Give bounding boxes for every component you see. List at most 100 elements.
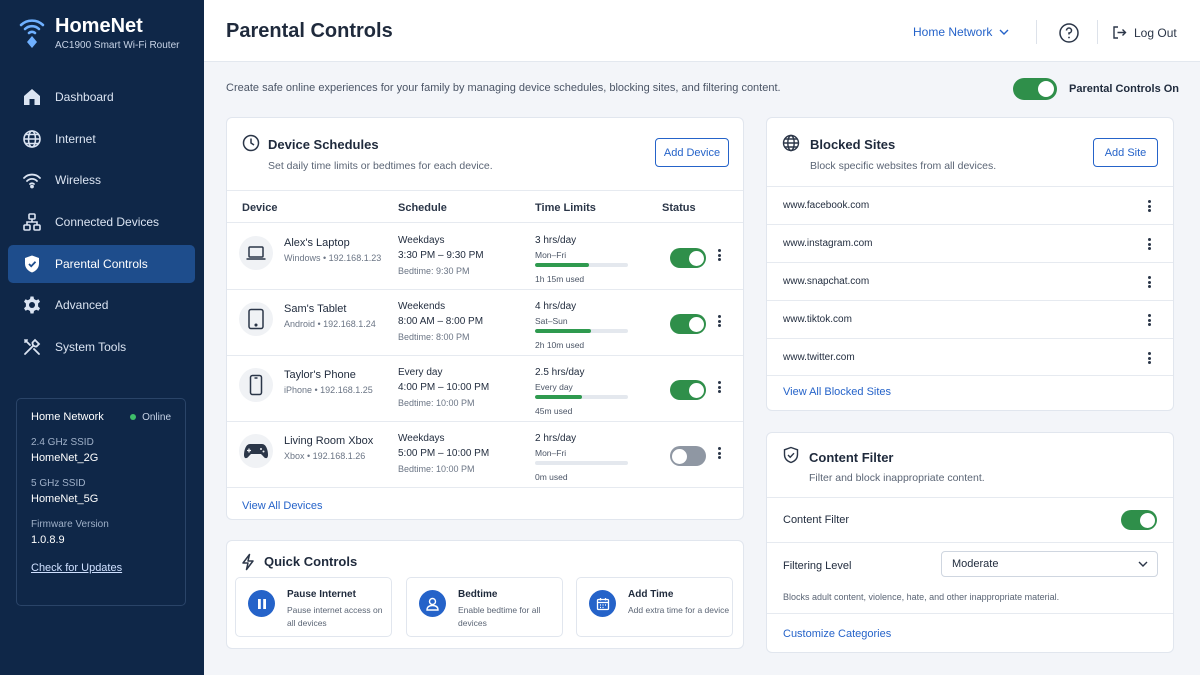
phone-icon xyxy=(249,374,263,396)
sidebar-item-label: Dashboard xyxy=(55,90,114,104)
sidebar-item-dashboard[interactable]: Dashboard xyxy=(8,78,195,116)
network-icon xyxy=(23,213,41,231)
usage-progress-bar xyxy=(535,395,628,399)
ssid-24-value: HomeNet_2G xyxy=(31,452,99,464)
logout-button[interactable]: Log Out xyxy=(1112,25,1177,40)
time-used: 0m used xyxy=(535,472,568,482)
site-menu-icon[interactable] xyxy=(1144,236,1154,252)
customize-row: Customize Categories xyxy=(767,613,1173,653)
add-time-button[interactable]: Add Time Add extra time for a device xyxy=(576,577,733,637)
time-limit-days: Sat–Sun xyxy=(535,316,568,326)
quick-controls-card: Quick Controls Pause Internet Pause inte… xyxy=(226,540,744,649)
time-limit-days: Mon–Fri xyxy=(535,250,567,260)
card-title: Blocked Sites xyxy=(810,137,896,152)
header-divider xyxy=(1097,20,1098,44)
parental-controls-toggle[interactable] xyxy=(1013,78,1057,100)
network-selector[interactable]: Home Network xyxy=(913,25,1009,39)
site-url: www.facebook.com xyxy=(783,200,870,211)
brand: HomeNet AC1900 Smart Wi-Fi Router xyxy=(18,14,179,51)
schedule-time: 5:00 PM – 10:00 PM xyxy=(398,448,490,459)
site-menu-icon[interactable] xyxy=(1144,274,1154,290)
device-avatar xyxy=(239,368,273,402)
view-all-devices-link[interactable]: View All Devices xyxy=(242,500,323,512)
master-toggle-label: Parental Controls On xyxy=(1069,83,1180,95)
site-menu-icon[interactable] xyxy=(1144,350,1154,366)
device-avatar xyxy=(239,434,273,468)
device-meta: Windows • 192.168.1.23 xyxy=(284,253,382,263)
customize-categories-link[interactable]: Customize Categories xyxy=(783,628,891,640)
table-row: Living Room Xbox Xbox • 192.168.1.26 Wee… xyxy=(227,422,743,488)
card-description: Filter and block inappropriate content. xyxy=(809,472,985,484)
sidebar-item-system-tools[interactable]: System Tools xyxy=(8,328,195,366)
view-all-blocked-sites-link[interactable]: View All Blocked Sites xyxy=(783,386,891,398)
usage-progress-fill xyxy=(535,263,589,267)
row-menu-icon[interactable] xyxy=(714,379,724,395)
filtering-level-select[interactable]: Moderate xyxy=(941,551,1158,577)
wifi-icon xyxy=(23,174,41,189)
row-menu-icon[interactable] xyxy=(714,313,724,329)
check-updates-link[interactable]: Check for Updates xyxy=(31,562,122,574)
device-status-toggle[interactable] xyxy=(670,380,706,400)
add-site-button[interactable]: Add Site xyxy=(1093,138,1158,167)
column-header: Device xyxy=(242,202,278,214)
device-status-toggle[interactable] xyxy=(670,248,706,268)
online-dot-icon xyxy=(130,414,137,420)
home-icon xyxy=(24,89,40,105)
device-name: Sam's Tablet xyxy=(284,303,347,315)
ssid-5-value: HomeNet_5G xyxy=(31,493,99,505)
filtering-level-label: Filtering Level xyxy=(783,560,852,572)
schedule-days: Every day xyxy=(398,367,443,378)
help-icon[interactable] xyxy=(1058,22,1080,44)
schedule-time: 3:30 PM – 9:30 PM xyxy=(398,250,484,261)
firmware-label: Firmware Version xyxy=(31,519,109,530)
tablet-icon xyxy=(248,308,264,330)
schedule-time: 8:00 AM – 8:00 PM xyxy=(398,316,484,327)
sidebar: HomeNet AC1900 Smart Wi-Fi Router Dashbo… xyxy=(0,0,204,675)
list-item: www.facebook.com xyxy=(767,186,1173,224)
add-device-button[interactable]: Add Device xyxy=(655,138,729,167)
time-used: 2h 10m used xyxy=(535,340,585,350)
brand-name: HomeNet xyxy=(55,15,143,37)
schedule-bedtime: Bedtime: 10:00 PM xyxy=(398,398,475,408)
content-filter-toggle[interactable] xyxy=(1121,510,1157,530)
site-url: www.tiktok.com xyxy=(783,314,852,325)
master-toggle-row: Parental Controls On xyxy=(1013,78,1179,100)
sidebar-item-connected-devices[interactable]: Connected Devices xyxy=(8,203,195,241)
device-status-toggle[interactable] xyxy=(670,446,706,466)
table-row: Alex's Laptop Windows • 192.168.1.23 Wee… xyxy=(227,224,743,290)
device-meta: iPhone • 192.168.1.25 xyxy=(284,385,373,395)
laptop-icon xyxy=(246,246,266,260)
card-title: Content Filter xyxy=(809,450,894,465)
device-avatar xyxy=(239,236,273,270)
usage-progress-fill xyxy=(535,395,582,399)
sidebar-item-label: Internet xyxy=(55,131,96,146)
device-name: Taylor's Phone xyxy=(284,369,356,381)
device-status-toggle[interactable] xyxy=(670,314,706,334)
schedule-bedtime: Bedtime: 8:00 PM xyxy=(398,332,470,342)
page-title: Parental Controls xyxy=(226,20,393,42)
row-menu-icon[interactable] xyxy=(714,445,724,461)
site-url: www.snapchat.com xyxy=(783,276,870,287)
shield-check-icon xyxy=(783,446,799,464)
schedule-bedtime: Bedtime: 10:00 PM xyxy=(398,464,475,474)
device-name: Living Room Xbox xyxy=(284,435,374,447)
intro-text: Create safe online experiences for your … xyxy=(226,82,781,94)
ssid-5-label: 5 GHz SSID xyxy=(31,478,86,489)
site-menu-icon[interactable] xyxy=(1144,198,1154,214)
quick-control-desc: Add extra time for a device xyxy=(628,605,730,615)
device-schedules-card: Device Schedules Set daily time limits o… xyxy=(226,117,744,520)
content-filter-label: Content Filter xyxy=(783,514,850,526)
list-item: www.snapchat.com xyxy=(767,262,1173,300)
sidebar-item-parental-controls[interactable]: Parental Controls xyxy=(8,244,195,283)
sidebar-item-label: Connected Devices xyxy=(55,215,160,230)
sidebar-item-advanced[interactable]: Advanced xyxy=(8,286,195,324)
wifi-icon xyxy=(19,19,45,48)
bedtime-button[interactable]: Bedtime Enable bedtime for all devices xyxy=(406,577,563,637)
site-menu-icon[interactable] xyxy=(1144,312,1154,328)
sidebar-item-internet[interactable]: Internet xyxy=(8,120,195,158)
sidebar-item-wireless[interactable]: Wireless xyxy=(8,161,195,199)
row-menu-icon[interactable] xyxy=(714,247,724,263)
quick-control-desc: Pause internet access on all devices xyxy=(287,605,383,628)
pause-internet-button[interactable]: Pause Internet Pause internet access on … xyxy=(235,577,392,637)
list-item: www.tiktok.com xyxy=(767,300,1173,338)
